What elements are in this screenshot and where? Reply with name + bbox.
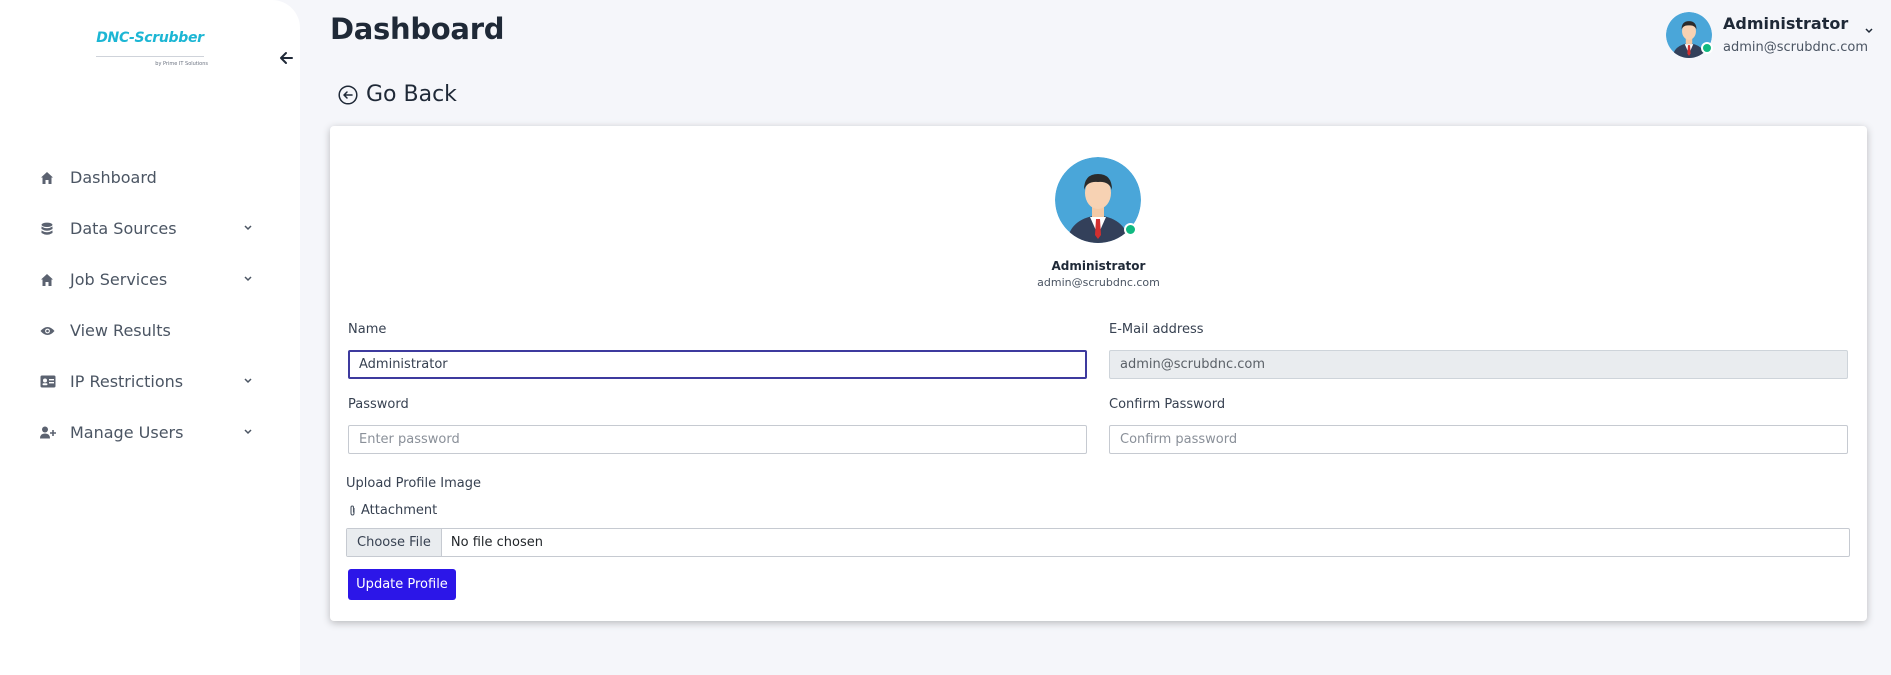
profile-card: Administrator admin@scrubdnc.com Name E-… — [330, 126, 1867, 621]
logo-divider — [96, 56, 204, 57]
chevron-down-icon — [1865, 28, 1873, 34]
password-label: Password — [348, 397, 409, 412]
email-label: E-Mail address — [1109, 322, 1204, 337]
choose-file-button[interactable]: Choose File — [347, 529, 442, 556]
sidebar-item-label: View Results — [70, 321, 171, 340]
file-status-text: No file chosen — [450, 535, 543, 550]
arrow-circle-left-icon — [338, 84, 358, 105]
sidebar-item-label: Dashboard — [70, 168, 157, 187]
sidebar-item-data-sources[interactable]: Data Sources — [40, 203, 260, 254]
chevron-down-icon — [244, 276, 252, 282]
online-status-indicator — [1701, 42, 1713, 54]
email-field — [1109, 350, 1848, 379]
arrow-left-icon — [280, 52, 293, 64]
sidebar-item-label: IP Restrictions — [70, 372, 184, 391]
update-profile-button[interactable]: Update Profile — [348, 569, 456, 600]
name-field[interactable] — [348, 350, 1087, 379]
go-back-label: Go Back — [366, 82, 457, 107]
sidebar-item-label: Job Services — [70, 270, 168, 289]
id-card-icon — [40, 374, 62, 390]
attachment-label-row: Attachment — [348, 503, 437, 518]
sidebar-item-manage-users[interactable]: Manage Users — [40, 407, 260, 458]
chevron-down-icon — [244, 225, 252, 231]
password-field[interactable] — [348, 425, 1087, 454]
user-menu[interactable]: Administrator admin@scrubdnc.com — [1666, 12, 1881, 60]
sidebar-nav: Dashboard Data Sources Job Services View… — [40, 152, 260, 458]
upload-profile-image-label: Upload Profile Image — [346, 476, 481, 491]
confirm-password-label: Confirm Password — [1109, 397, 1226, 412]
sidebar-item-ip-restrictions[interactable]: IP Restrictions — [40, 356, 260, 407]
sidebar-item-job-services[interactable]: Job Services — [40, 254, 260, 305]
sidebar-item-dashboard[interactable]: Dashboard — [40, 152, 260, 203]
profile-email: admin@scrubdnc.com — [1037, 276, 1160, 289]
page-title: Dashboard — [330, 12, 505, 46]
home-icon — [40, 170, 62, 186]
user-email: admin@scrubdnc.com — [1723, 40, 1869, 55]
confirm-password-field[interactable] — [1109, 425, 1848, 454]
paperclip-icon — [350, 505, 355, 516]
sidebar-item-view-results[interactable]: View Results — [40, 305, 260, 356]
eye-icon — [40, 323, 62, 339]
chevron-down-icon — [244, 378, 252, 384]
profile-name: Administrator — [1051, 259, 1146, 273]
brand-tagline: by Prime IT Solutions — [155, 61, 208, 67]
user-plus-icon — [40, 425, 62, 441]
user-name: Administrator — [1723, 14, 1849, 33]
chevron-down-icon — [244, 429, 252, 435]
file-upload-input[interactable]: Choose File No file chosen — [346, 528, 1850, 557]
brand-logo[interactable]: DNC-Scrubber by Prime IT Solutions — [92, 30, 208, 67]
sidebar-item-label: Data Sources — [70, 219, 177, 238]
name-label: Name — [348, 322, 387, 337]
go-back-link[interactable]: Go Back — [338, 82, 457, 107]
attachment-label: Attachment — [361, 503, 438, 518]
sidebar: DNC-Scrubber by Prime IT Solutions Dashb… — [0, 0, 300, 675]
online-status-indicator — [1124, 223, 1137, 236]
sidebar-item-label: Manage Users — [70, 423, 184, 442]
collapse-sidebar-button[interactable] — [276, 48, 296, 68]
home-icon — [40, 272, 62, 288]
brand-name: DNC-Scrubber — [96, 30, 204, 46]
database-icon — [40, 221, 62, 237]
